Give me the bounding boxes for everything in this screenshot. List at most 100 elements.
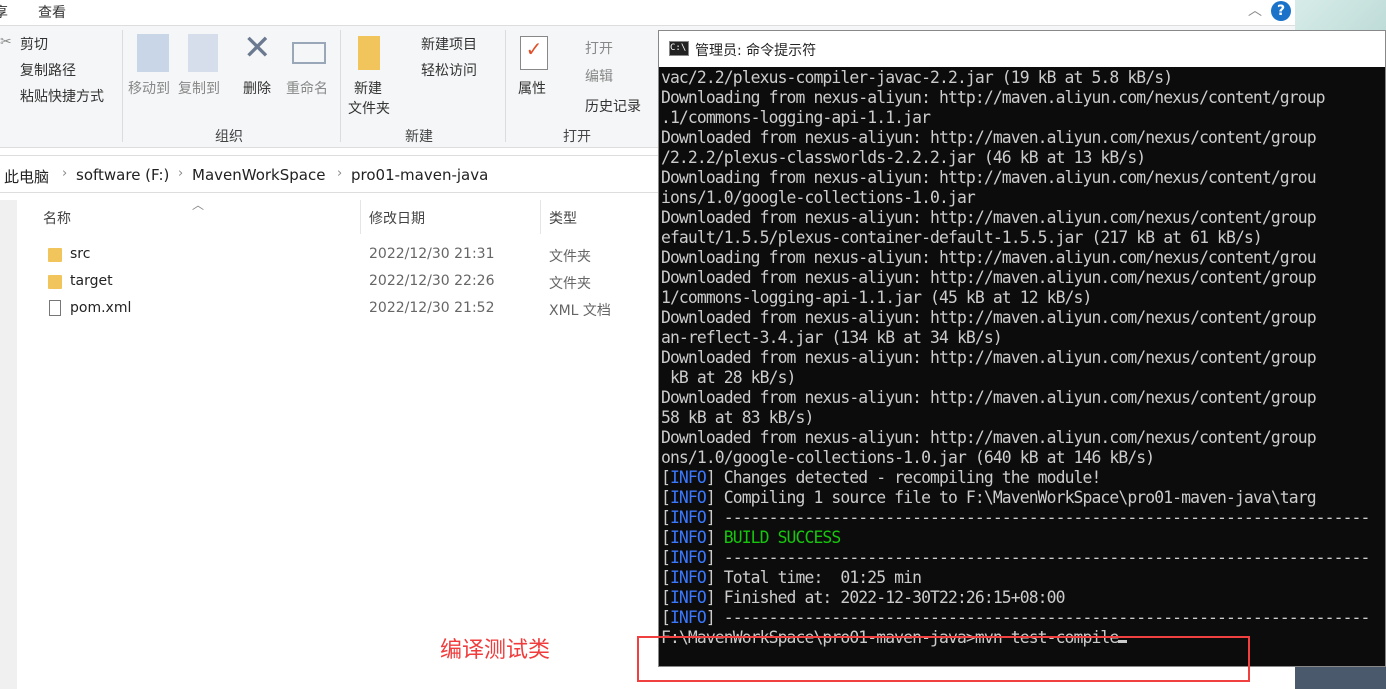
sort-ascending-icon: ︿ — [192, 198, 205, 212]
column-header-name[interactable]: 名称 — [43, 208, 71, 228]
menu-bar: 享 查看 ︿ ? — [0, 0, 1295, 26]
cmd-info-line: [INFO] ---------------------------------… — [661, 508, 1371, 527]
history-button[interactable]: 历史记录 — [585, 96, 641, 116]
group-open-label: 打开 — [563, 129, 591, 145]
file-icon — [49, 300, 61, 316]
cmd-line: kB at 28 kB/s) — [661, 368, 796, 387]
file-date: 2022/12/30 22:26 — [369, 273, 495, 289]
file-name: pom.xml — [70, 300, 132, 316]
cmd-line: Downloaded from nexus-aliyun: http://mav… — [661, 428, 1317, 447]
desktop-background — [1295, 667, 1386, 689]
breadcrumb-workspace[interactable]: MavenWorkSpace — [192, 166, 325, 184]
breadcrumb-this-pc[interactable]: 此电脑 — [4, 166, 49, 187]
cmd-info-line: [INFO] ---------------------------------… — [661, 548, 1371, 567]
collapse-ribbon-icon[interactable]: ︿ — [1248, 0, 1262, 20]
copy-path-button[interactable]: 复制路径 — [20, 60, 76, 80]
tab-share[interactable]: 享 — [0, 2, 8, 22]
file-row[interactable]: src 2022/12/30 21:31 文件夹 — [40, 242, 640, 268]
cmd-line: Downloading from nexus-aliyun: http://ma… — [661, 168, 1317, 187]
new-folder-button-line2[interactable]: 文件夹 — [348, 98, 390, 118]
cmd-line: vac/2.2/plexus-compiler-javac-2.2.jar (1… — [661, 68, 1173, 87]
info-tag: INFO — [669, 488, 707, 507]
cmd-line: an-reflect-3.4.jar (134 kB at 34 kB/s) — [661, 328, 1003, 347]
info-message: ----------------------------------------… — [723, 548, 1371, 567]
info-message: BUILD SUCCESS — [723, 528, 841, 547]
info-message: ----------------------------------------… — [723, 508, 1371, 527]
delete-button[interactable]: 删除 — [243, 78, 271, 98]
properties-icon: ✓ — [520, 36, 548, 70]
cmd-output: vac/2.2/plexus-compiler-javac-2.2.jar (1… — [661, 68, 1386, 648]
info-message: ----------------------------------------… — [723, 608, 1371, 627]
new-item-button[interactable]: 新建项目 — [421, 34, 477, 54]
cmd-line: Downloaded from nexus-aliyun: http://mav… — [661, 208, 1317, 227]
folder-icon — [48, 248, 62, 262]
cmd-line: Downloading from nexus-aliyun: http://ma… — [661, 248, 1317, 267]
cmd-line: Downloaded from nexus-aliyun: http://mav… — [661, 388, 1317, 407]
new-folder-button[interactable]: 新建 — [354, 78, 382, 98]
file-date: 2022/12/30 21:52 — [369, 300, 495, 316]
move-to-button[interactable]: 移动到 — [128, 78, 170, 98]
breadcrumb-project[interactable]: pro01-maven-java — [351, 166, 488, 184]
group-organize-label: 组织 — [215, 129, 243, 145]
rename-button[interactable]: 重命名 — [286, 78, 328, 98]
file-type: XML 文档 — [549, 303, 611, 319]
paste-shortcut-button[interactable]: 粘贴快捷方式 — [20, 86, 104, 106]
copy-to-button[interactable]: 复制到 — [178, 78, 220, 98]
copy-to-icon — [188, 34, 218, 72]
cmd-info-line: [INFO] Total time: 01:25 min — [661, 568, 922, 587]
cmd-line: ons/1.0/google-collections-1.0.jar (640 … — [661, 448, 1155, 467]
cmd-line: 58 kB at 83 kB/s) — [661, 408, 814, 427]
help-icon[interactable]: ? — [1271, 1, 1291, 21]
new-folder-icon — [358, 36, 380, 70]
info-tag: INFO — [669, 508, 707, 527]
scissors-icon: ✂ — [0, 34, 12, 50]
scrollbar[interactable] — [0, 200, 17, 689]
annotation-text: 编译测试类 — [440, 638, 551, 663]
file-row[interactable]: target 2022/12/30 22:26 文件夹 — [40, 269, 640, 295]
open-button[interactable]: 打开 — [585, 38, 613, 58]
cut-button[interactable]: 剪切 — [20, 34, 48, 54]
cmd-line: Downloaded from nexus-aliyun: http://mav… — [661, 128, 1317, 147]
info-tag: INFO — [669, 608, 707, 627]
cmd-info-line: [INFO] BUILD SUCCESS — [661, 528, 841, 547]
info-tag: INFO — [669, 568, 707, 587]
column-header-date[interactable]: 修改日期 — [369, 208, 425, 228]
desktop-background — [1295, 0, 1386, 30]
info-tag: INFO — [669, 468, 707, 487]
edit-button[interactable]: 编辑 — [585, 66, 613, 86]
file-name: src — [70, 246, 91, 262]
properties-button[interactable]: 属性 — [518, 78, 546, 98]
file-type: 文件夹 — [549, 249, 591, 265]
info-tag: INFO — [669, 588, 707, 607]
cmd-title: 管理员: 命令提示符 — [695, 43, 817, 59]
group-new-label: 新建 — [405, 129, 433, 145]
move-to-icon — [137, 34, 169, 72]
command-prompt-window[interactable]: C:\ 管理员: 命令提示符 vac/2.2/plexus-compiler-j… — [658, 30, 1386, 667]
cmd-line: 1/commons-logging-api-1.1.jar (45 kB at … — [661, 288, 1092, 307]
column-header-type[interactable]: 类型 — [549, 208, 577, 228]
cmd-line: efault/1.5.5/plexus-container-default-1.… — [661, 228, 1263, 247]
cmd-title-bar[interactable]: C:\ 管理员: 命令提示符 — [659, 31, 1385, 67]
highlight-box — [637, 636, 1250, 682]
info-tag: INFO — [669, 548, 707, 567]
folder-icon — [48, 275, 62, 289]
cmd-line: /2.2.2/plexus-classworlds-2.2.2.jar (46 … — [661, 148, 1146, 167]
cmd-info-line: [INFO] Compiling 1 source file to F:\Mav… — [661, 488, 1317, 507]
file-type: 文件夹 — [549, 276, 591, 292]
file-date: 2022/12/30 21:31 — [369, 246, 495, 262]
breadcrumb-drive[interactable]: software (F:) — [76, 166, 169, 184]
cmd-icon: C:\ — [669, 41, 689, 56]
info-message: Finished at: 2022-12-30T22:26:15+08:00 — [723, 588, 1066, 607]
rename-icon — [292, 42, 326, 64]
easy-access-button[interactable]: 轻松访问 — [421, 60, 477, 80]
cmd-line: Downloaded from nexus-aliyun: http://mav… — [661, 308, 1317, 327]
cmd-line: ions/1.0/google-collections-1.0.jar — [661, 188, 976, 207]
cmd-info-line: [INFO] Changes detected - recompiling th… — [661, 468, 1102, 487]
tab-view[interactable]: 查看 — [38, 2, 66, 22]
delete-icon: ✕ — [243, 28, 272, 68]
cmd-line: Downloading from nexus-aliyun: http://ma… — [661, 88, 1326, 107]
info-message: Changes detected - recompiling the modul… — [723, 468, 1102, 487]
info-message: Total time: 01:25 min — [723, 568, 922, 587]
cmd-line: Downloaded from nexus-aliyun: http://mav… — [661, 348, 1317, 367]
file-row[interactable]: pom.xml 2022/12/30 21:52 XML 文档 — [40, 296, 640, 322]
